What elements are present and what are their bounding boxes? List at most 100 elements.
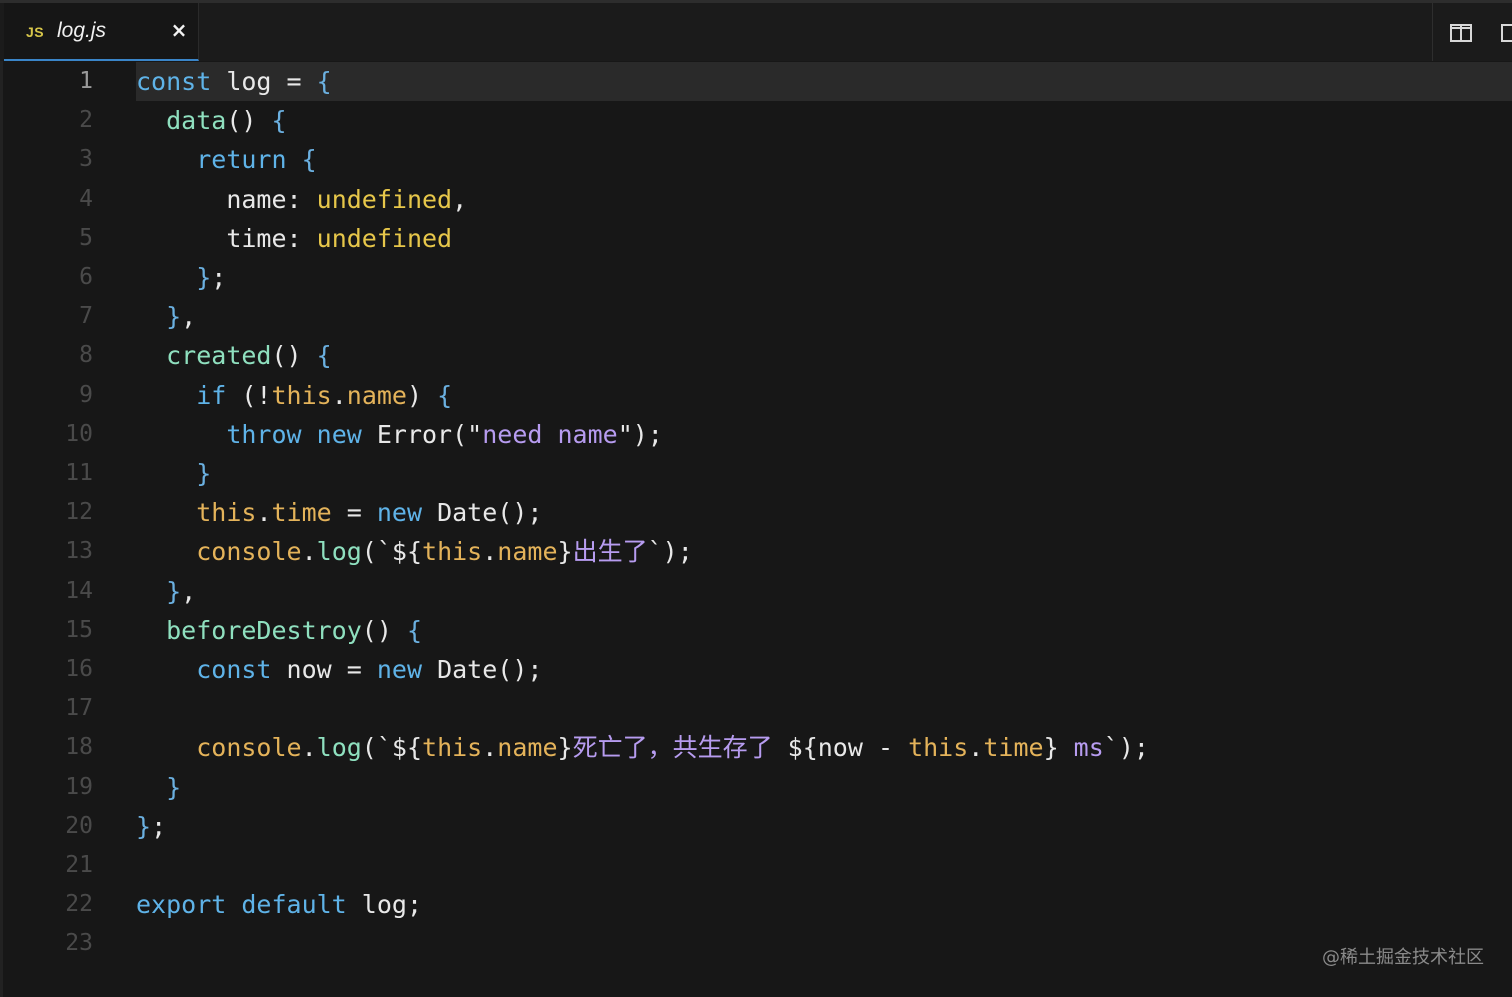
code-token: } — [166, 302, 182, 332]
code-token: log — [316, 537, 362, 567]
code-line[interactable]: console.log(`${this.name}死亡了，共生存了 ${now … — [136, 728, 1149, 767]
line-number: 18 — [65, 734, 93, 761]
code-token: export — [136, 890, 227, 920]
code-line[interactable]: this.time = new Date(); — [136, 493, 542, 532]
code-token: ms — [1073, 733, 1104, 763]
code-token: undefined — [316, 223, 453, 253]
code-token: ) — [406, 380, 438, 410]
tab-bar: JS log.js × — [0, 0, 1512, 61]
line-number: 13 — [65, 538, 93, 565]
code-editor[interactable]: 1 2 3 4 5 6 7 8 9 10 11 12 13 14 15 16 17 18 19 20 21 22 23 co… — [0, 61, 1512, 997]
code-token: { — [271, 106, 287, 136]
code-line[interactable]: console.log(`${this.name}出生了`); — [136, 532, 693, 571]
code-token: time — [226, 223, 287, 253]
code-token: this — [908, 733, 969, 763]
code-line[interactable]: }, — [136, 297, 196, 336]
watermark: @稀土掘金技术社区 — [1322, 947, 1484, 968]
code-line[interactable]: time: undefined — [136, 219, 452, 258]
code-token: . — [482, 733, 498, 763]
code-line[interactable]: }; — [136, 807, 166, 846]
code-token: . — [256, 498, 272, 528]
line-number: 11 — [65, 460, 93, 486]
line-number: 4 — [79, 185, 93, 212]
code-token: Date — [422, 655, 498, 684]
code-token: default — [241, 890, 347, 920]
code-token: } — [136, 811, 152, 841]
code-token: } — [557, 537, 573, 567]
code-token: } — [1043, 733, 1074, 763]
code-token: undefined — [316, 184, 453, 214]
code-token: log — [346, 890, 407, 920]
code-token: (" — [452, 419, 483, 449]
code-line[interactable]: throw new Error("need name"); — [136, 415, 663, 454]
code-line[interactable]: } — [136, 768, 181, 807]
code-token: log — [211, 67, 287, 96]
code-token: { — [316, 67, 332, 96]
code-token: name — [346, 380, 407, 410]
code-line[interactable]: name: undefined, — [136, 180, 467, 219]
code-token: beforeDestroy — [166, 615, 362, 645]
line-number: 16 — [65, 656, 93, 682]
line-number: 23 — [65, 930, 93, 957]
code-token: time — [983, 733, 1044, 763]
line-number-gutter: 1 2 3 4 5 6 7 8 9 10 11 12 13 14 15 16 17 18 19 20 21 22 23 — [3, 61, 113, 997]
line-number: 19 — [65, 773, 93, 800]
line-number: 10 — [65, 420, 93, 447]
split-editor-icon[interactable] — [1450, 24, 1472, 42]
code-token: Error — [361, 419, 453, 449]
code-token: this — [271, 380, 332, 410]
code-line[interactable]: created() { — [136, 336, 332, 375]
code-line[interactable]: }, — [136, 572, 196, 611]
code-line[interactable]: }; — [136, 258, 226, 297]
line-number: 1 — [79, 68, 93, 94]
line-number: 17 — [65, 695, 93, 722]
code-token: } — [166, 772, 182, 802]
code-line[interactable]: if (!this.name) { — [136, 376, 452, 415]
code-line[interactable]: return { — [136, 140, 316, 179]
code-token: ; — [151, 811, 167, 841]
code-line[interactable]: const log = { — [136, 62, 332, 101]
code-token: : — [286, 184, 317, 214]
code-token: () — [271, 341, 317, 371]
line-number: 7 — [79, 303, 93, 330]
line-number: 22 — [65, 891, 93, 918]
tab-log-js[interactable]: JS log.js × — [4, 3, 199, 61]
code-token: "); — [617, 419, 663, 449]
code-token: ; — [406, 890, 423, 920]
code-area[interactable]: const log = { data() { return { name: un… — [136, 61, 1512, 997]
code-line[interactable]: } — [136, 454, 211, 493]
close-icon[interactable]: × — [168, 19, 190, 41]
code-token: ; — [211, 263, 227, 292]
code-token: (); — [497, 655, 543, 684]
code-token: . — [301, 537, 317, 567]
code-line[interactable]: data() { — [136, 101, 287, 140]
code-token: . — [301, 733, 317, 763]
code-token: const — [196, 655, 272, 684]
code-token: now — [817, 733, 863, 763]
code-token: ${ — [787, 733, 818, 763]
line-number: 8 — [79, 342, 93, 369]
code-line[interactable]: const now = new Date(); — [136, 650, 542, 689]
code-line[interactable]: export default log; — [136, 885, 422, 924]
tab-title: log.js — [57, 19, 107, 42]
code-token: } — [557, 733, 573, 763]
code-token: name — [497, 733, 558, 763]
code-token: , — [452, 184, 468, 214]
code-token: , — [181, 302, 197, 332]
code-token: = — [331, 655, 377, 684]
code-token: new — [316, 419, 362, 449]
javascript-file-icon: JS — [26, 24, 45, 40]
code-token: need name — [482, 419, 618, 449]
code-token: . — [331, 380, 347, 410]
code-token: - — [862, 733, 909, 763]
code-line[interactable]: beforeDestroy() { — [136, 611, 422, 650]
more-actions-icon[interactable] — [1501, 24, 1512, 42]
code-token: : — [286, 223, 317, 253]
